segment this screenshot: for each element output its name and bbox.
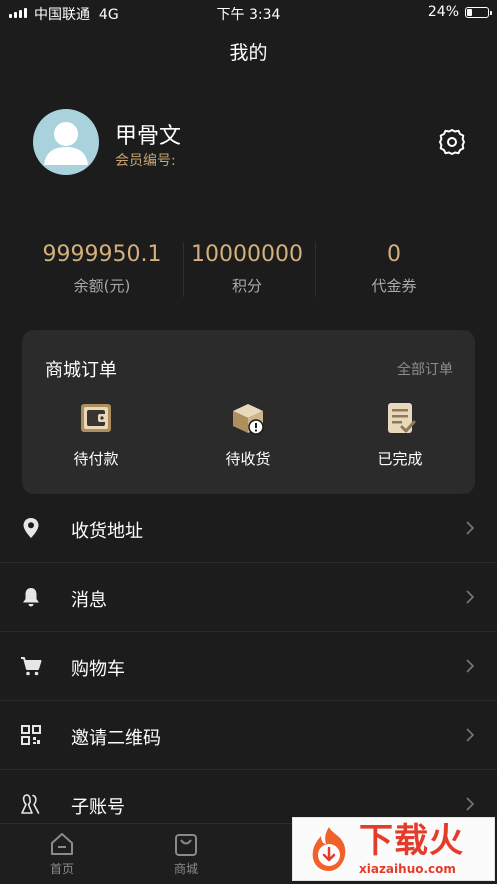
users-icon — [21, 794, 40, 814]
stat-divider — [315, 242, 316, 297]
page-title: 我的 — [229, 42, 268, 64]
watermark-url: xiazaihuo.com — [359, 862, 456, 876]
watermark-title: 下载火 — [359, 821, 464, 861]
tab-mall[interactable]: 商城 — [146, 830, 226, 877]
points-value: 10000000 — [191, 242, 303, 267]
order-pending-payment[interactable]: 待付款 — [36, 400, 156, 469]
bell-icon — [23, 588, 39, 607]
chevron-right-icon — [466, 521, 475, 535]
home-icon — [51, 833, 73, 855]
order-completed[interactable]: 已完成 — [340, 400, 460, 469]
order-pending-payment-label: 待付款 — [73, 450, 119, 468]
tab-home-label: 首页 — [49, 862, 74, 876]
qr-code-icon — [21, 725, 41, 745]
menu-item-messages[interactable]: 消息 — [0, 563, 497, 632]
chevron-right-icon — [466, 797, 475, 811]
package-icon — [233, 404, 264, 435]
orders-card: 商城订单 全部订单 待付款 待收货 已完成 — [22, 330, 475, 494]
avatar[interactable] — [33, 109, 99, 175]
battery-icon — [465, 7, 492, 18]
tab-mall-label: 商城 — [173, 862, 198, 876]
order-pending-receipt[interactable]: 待收货 — [188, 400, 308, 469]
balance-value: 9999950.1 — [42, 242, 162, 267]
completed-document-icon — [388, 403, 416, 433]
status-bar: 中国联通 4G 下午 3:34 24% — [0, 0, 497, 26]
shopping-bag-icon — [175, 834, 197, 856]
menu-item-label: 消息 — [71, 590, 107, 611]
points-label: 积分 — [231, 277, 262, 295]
chevron-right-icon — [466, 590, 475, 604]
user-avatar-icon — [44, 122, 88, 165]
menu-item-label: 收货地址 — [71, 521, 143, 542]
all-orders-link[interactable]: 全部订单 — [397, 359, 453, 379]
points-stat[interactable]: 10000000 积分 — [182, 240, 312, 296]
battery-percent: 24% — [427, 4, 459, 20]
menu-item-invite-qr[interactable]: 邀请二维码 — [0, 701, 497, 770]
wallet-icon — [81, 404, 111, 432]
voucher-stat[interactable]: 0 代金券 — [334, 240, 454, 296]
user-name: 甲骨文 — [115, 124, 182, 149]
cart-icon — [21, 657, 42, 676]
balance-label: 余额(元) — [73, 277, 131, 295]
menu-item-label: 子账号 — [71, 797, 125, 818]
menu-item-address[interactable]: 收货地址 — [0, 494, 497, 563]
order-completed-label: 已完成 — [377, 450, 423, 468]
voucher-label: 代金券 — [371, 277, 417, 295]
location-pin-icon — [23, 518, 39, 538]
flame-logo-icon — [312, 827, 346, 871]
settings-gear-icon[interactable] — [437, 127, 467, 157]
voucher-value: 0 — [387, 242, 401, 267]
chevron-right-icon — [466, 659, 475, 673]
balance-stat[interactable]: 9999950.1 余额(元) — [32, 240, 172, 296]
watermark-logo: 下载火 xiazaihuo.com — [292, 817, 495, 881]
orders-title: 商城订单 — [45, 360, 117, 381]
status-time: 下午 3:34 — [216, 7, 281, 23]
chevron-right-icon — [466, 728, 475, 742]
tab-home[interactable]: 首页 — [22, 830, 102, 877]
member-number-label: 会员编号: — [115, 153, 176, 169]
menu-item-cart[interactable]: 购物车 — [0, 632, 497, 701]
menu-item-label: 购物车 — [71, 659, 125, 680]
order-pending-receipt-label: 待收货 — [225, 450, 271, 468]
menu-item-label: 邀请二维码 — [71, 728, 161, 749]
